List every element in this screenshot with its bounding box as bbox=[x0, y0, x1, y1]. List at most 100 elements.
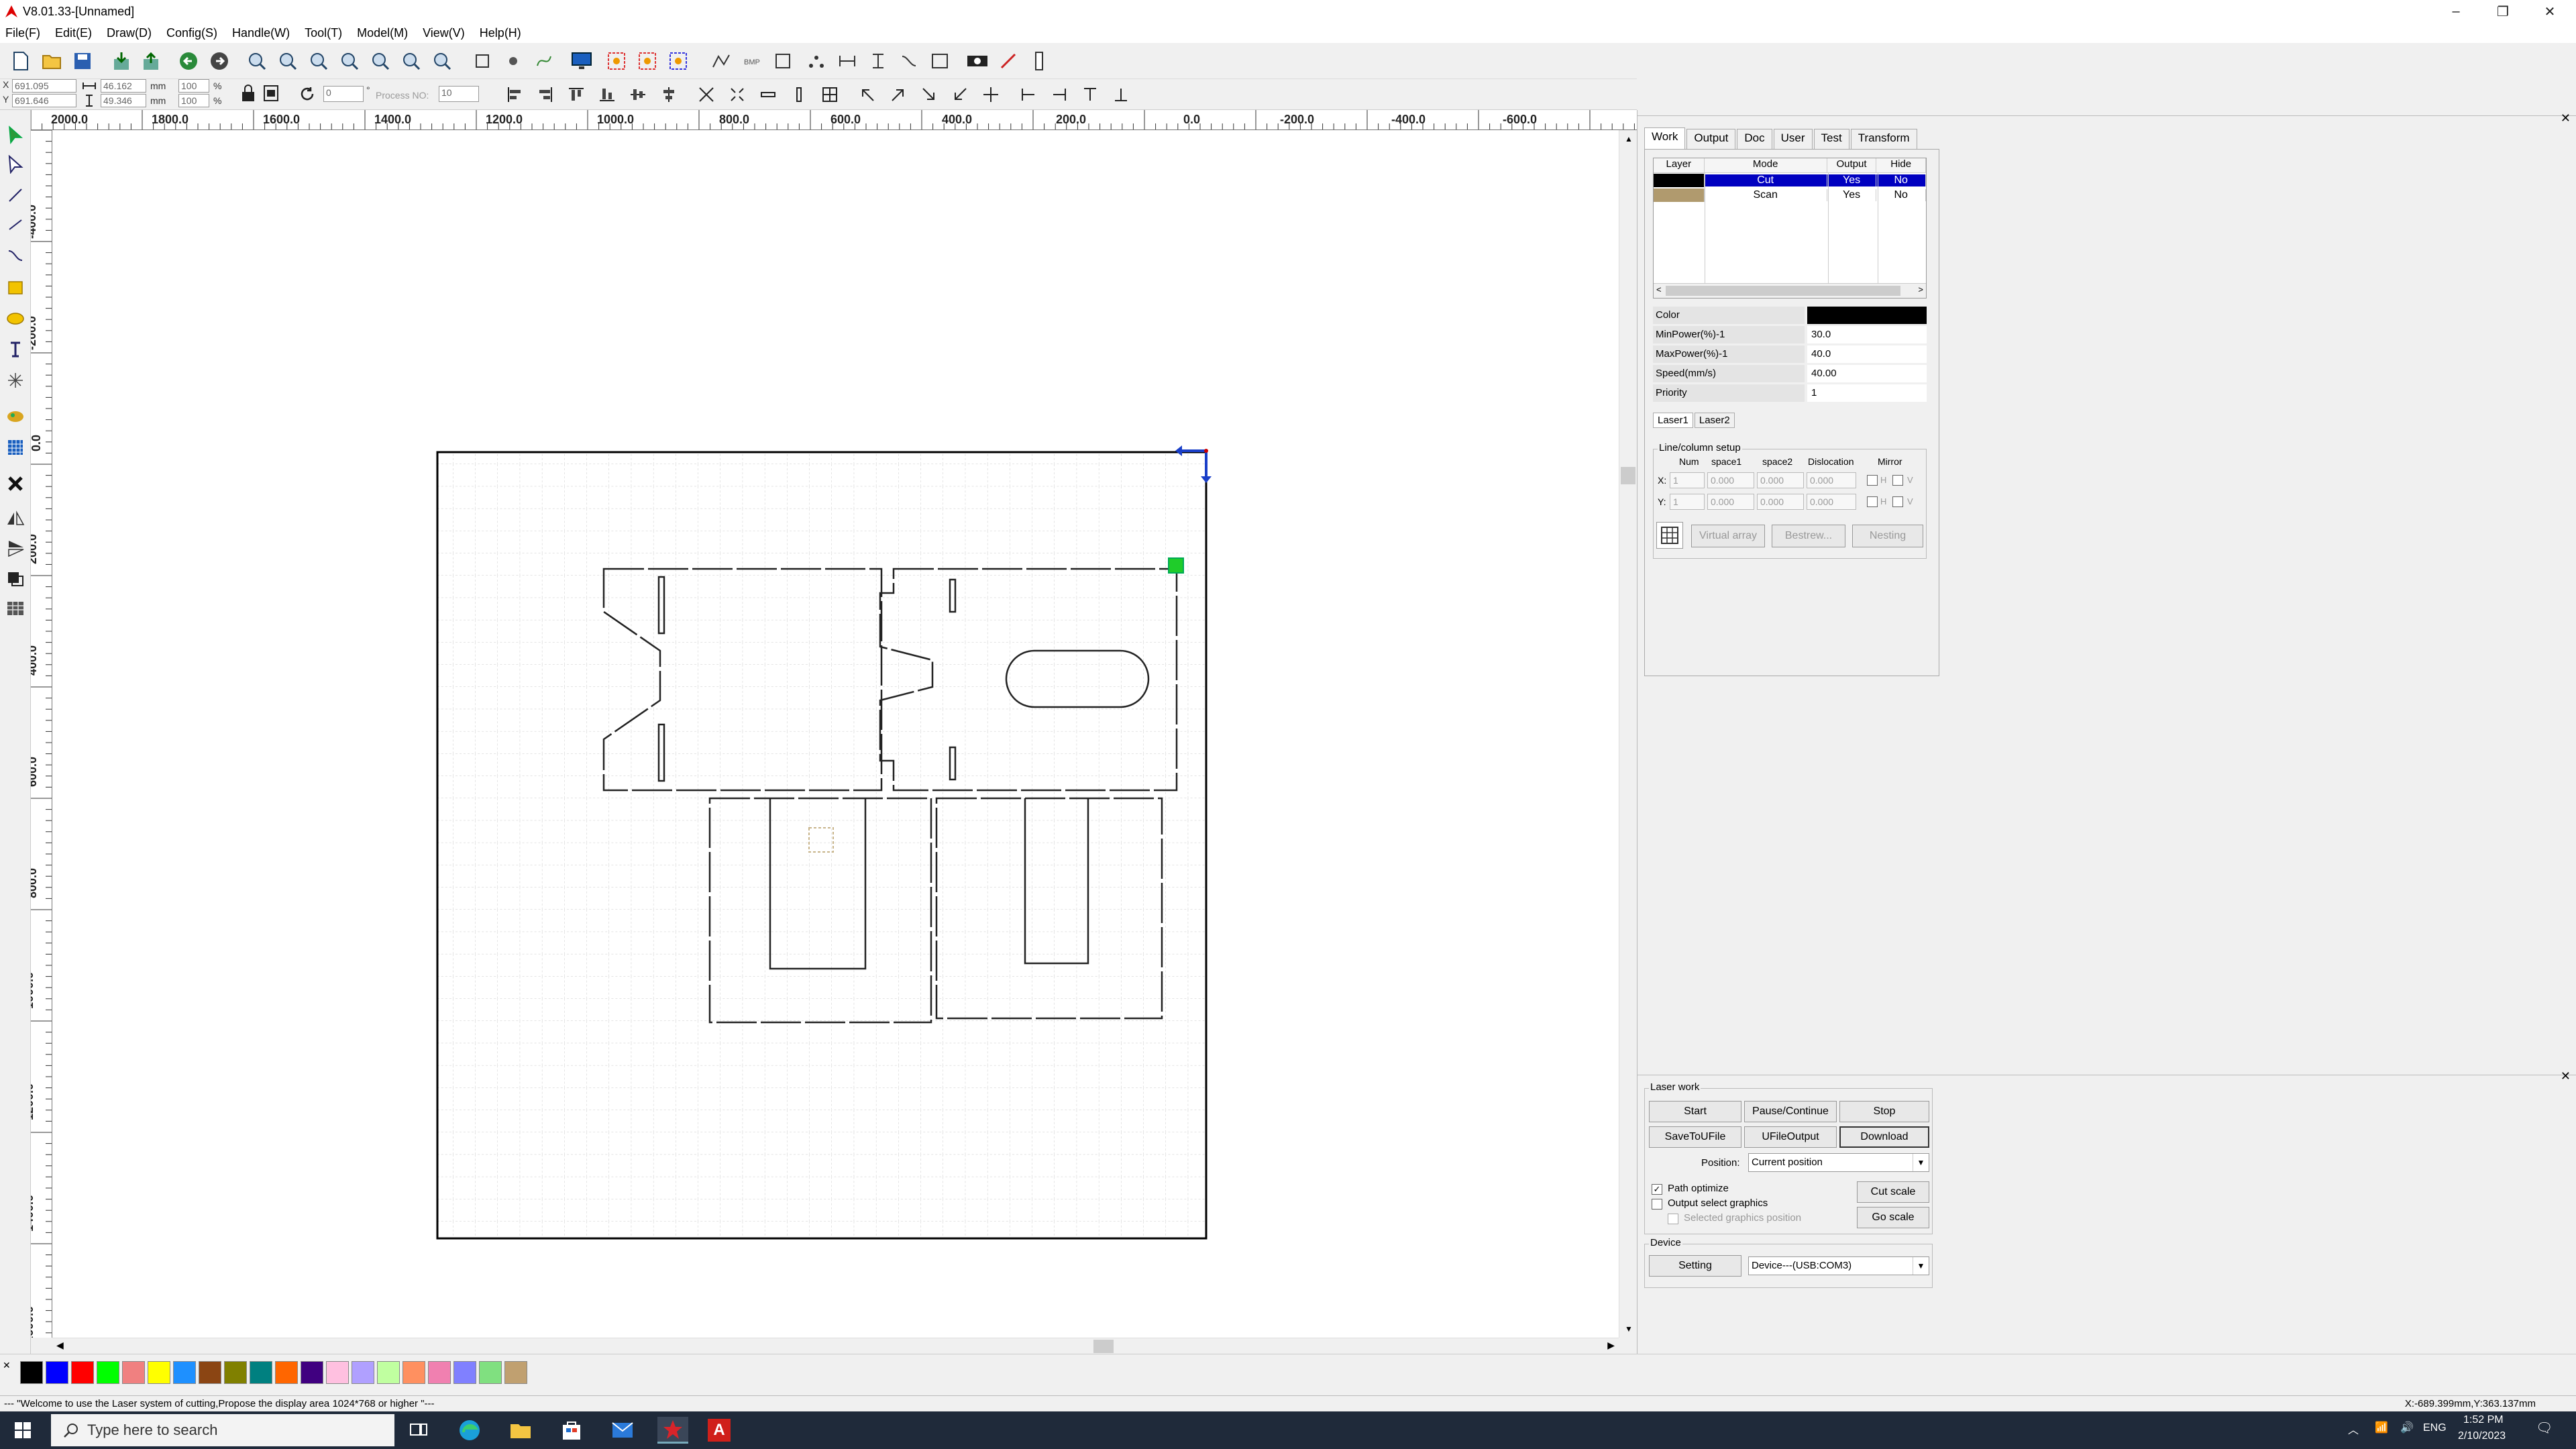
align-top-button[interactable] bbox=[564, 82, 589, 107]
panel-close-icon[interactable]: ✕ bbox=[2561, 1069, 2571, 1083]
pause-continue-button[interactable]: Pause/Continue bbox=[1744, 1101, 1837, 1122]
menu-config[interactable]: Config(S) bbox=[166, 26, 217, 40]
y-mirror-h-checkbox[interactable] bbox=[1867, 496, 1878, 507]
select-tool[interactable] bbox=[4, 123, 27, 146]
tab-output[interactable]: Output bbox=[1686, 129, 1736, 149]
layer-mode[interactable]: Scan bbox=[1705, 189, 1827, 201]
acrobat-button[interactable]: A bbox=[706, 1417, 733, 1444]
start-button[interactable] bbox=[9, 1417, 36, 1444]
height-lock-button[interactable] bbox=[80, 94, 98, 107]
x-mirror-v-checkbox[interactable] bbox=[1892, 475, 1903, 486]
zoom-in-button[interactable] bbox=[244, 48, 270, 74]
vertical-scroll-thumb[interactable] bbox=[1621, 467, 1635, 484]
scroll-right-icon[interactable]: > bbox=[1918, 284, 1923, 294]
preview-button[interactable] bbox=[927, 48, 953, 74]
virtual-array-button[interactable]: Virtual array bbox=[1691, 525, 1765, 547]
tab-doc[interactable]: Doc bbox=[1737, 129, 1772, 149]
x-mirror-h-checkbox[interactable] bbox=[1867, 475, 1878, 486]
laser-pen-button[interactable] bbox=[996, 48, 1021, 74]
color-swatch[interactable] bbox=[453, 1361, 476, 1384]
scroll-left-icon[interactable]: < bbox=[1656, 284, 1662, 294]
array-button-3[interactable] bbox=[665, 48, 691, 74]
mirror-h-tool[interactable] bbox=[4, 507, 27, 530]
move-top-left-button[interactable] bbox=[855, 82, 880, 107]
frame-button[interactable] bbox=[770, 48, 796, 74]
y-position-input[interactable]: 691.646 bbox=[12, 94, 76, 107]
device-select[interactable]: Device---(USB:COM3) ▼ bbox=[1748, 1256, 1929, 1275]
notifications-icon[interactable]: 🗨 bbox=[2536, 1419, 2553, 1436]
same-width-button[interactable] bbox=[835, 48, 860, 74]
go-scale-button[interactable]: Go scale bbox=[1857, 1207, 1929, 1228]
horizontal-scroll-thumb[interactable] bbox=[1093, 1340, 1114, 1353]
node-edit-button[interactable] bbox=[500, 48, 526, 74]
zoom-window-button[interactable] bbox=[398, 48, 424, 74]
same-size-button[interactable] bbox=[694, 82, 719, 107]
task-view-button[interactable] bbox=[405, 1417, 432, 1444]
x-num-input[interactable]: 1 bbox=[1670, 472, 1705, 488]
color-swatch[interactable] bbox=[352, 1361, 374, 1384]
rotate-angle-input[interactable]: 0 bbox=[323, 86, 364, 102]
layer-mode[interactable]: Cut bbox=[1704, 174, 1827, 186]
minimize-button[interactable]: – bbox=[2432, 0, 2479, 23]
scroll-up-icon[interactable]: ▲ bbox=[1625, 134, 1633, 144]
close-button[interactable]: ✕ bbox=[2526, 0, 2573, 23]
measure-tool[interactable] bbox=[4, 568, 27, 590]
image-tool[interactable] bbox=[4, 405, 27, 428]
menu-view[interactable]: View(V) bbox=[423, 26, 465, 40]
prop-maxpower[interactable]: MaxPower(%)-1 40.0 bbox=[1653, 344, 1927, 364]
scroll-right-icon[interactable]: ▶ bbox=[1607, 1340, 1615, 1351]
store-button[interactable] bbox=[558, 1417, 585, 1444]
color-swatch[interactable] bbox=[20, 1361, 43, 1384]
layer-output[interactable]: Yes bbox=[1827, 174, 1877, 186]
grid-align-button[interactable] bbox=[817, 82, 843, 107]
setting-button[interactable]: Setting bbox=[1649, 1255, 1741, 1277]
hatch-tool[interactable] bbox=[4, 436, 27, 459]
y-space2-input[interactable]: 0.000 bbox=[1757, 494, 1804, 510]
color-swatch[interactable] bbox=[301, 1361, 323, 1384]
text-tool[interactable] bbox=[4, 338, 27, 361]
ruler-tool-button[interactable] bbox=[1026, 48, 1052, 74]
polyline-tool[interactable] bbox=[4, 213, 27, 236]
output-select-checkbox[interactable] bbox=[1652, 1199, 1662, 1210]
tab-test[interactable]: Test bbox=[1813, 129, 1849, 149]
color-swatch[interactable] bbox=[71, 1361, 94, 1384]
curve-smooth-button[interactable] bbox=[531, 48, 557, 74]
color-swatch[interactable] bbox=[250, 1361, 272, 1384]
language-indicator[interactable]: ENG bbox=[2423, 1422, 2447, 1434]
array-grid-button[interactable] bbox=[1656, 522, 1683, 549]
prop-color[interactable]: Color bbox=[1653, 305, 1927, 325]
color-swatch[interactable] bbox=[504, 1361, 527, 1384]
menu-file[interactable]: File(F) bbox=[5, 26, 40, 40]
layer-output[interactable]: Yes bbox=[1827, 189, 1877, 201]
dot-tool[interactable] bbox=[4, 369, 27, 392]
tab-laser1[interactable]: Laser1 bbox=[1653, 413, 1693, 428]
color-swatch[interactable] bbox=[275, 1361, 298, 1384]
scale-width-input[interactable]: 100 bbox=[178, 79, 209, 93]
curve-tool[interactable] bbox=[4, 244, 27, 267]
tab-transform[interactable]: Transform bbox=[1850, 129, 1917, 149]
snap-bottom-button[interactable] bbox=[1108, 82, 1134, 107]
clock-time[interactable]: 1:52 PM bbox=[2463, 1414, 2504, 1426]
width-input[interactable]: 46.162 bbox=[101, 79, 146, 93]
edge-browser-button[interactable] bbox=[456, 1417, 483, 1444]
layer-table[interactable]: Layer Mode Output Hide Cut Yes No Scan Y… bbox=[1653, 158, 1927, 299]
snap-left-button[interactable] bbox=[1016, 82, 1041, 107]
zoom-fit-button[interactable] bbox=[306, 48, 331, 74]
save-to-ufile-button[interactable]: SaveToUFile bbox=[1649, 1126, 1741, 1148]
layer-scroll-thumb[interactable] bbox=[1666, 286, 1900, 296]
layer-hide[interactable]: No bbox=[1876, 174, 1926, 186]
prop-minpower[interactable]: MinPower(%)-1 30.0 bbox=[1653, 325, 1927, 344]
color-swatch[interactable] bbox=[224, 1361, 247, 1384]
prop-priority[interactable]: Priority 1 bbox=[1653, 383, 1927, 402]
equal-height-button[interactable] bbox=[786, 82, 812, 107]
color-swatch[interactable] bbox=[479, 1361, 502, 1384]
layer-hide[interactable]: No bbox=[1876, 189, 1926, 201]
tray-chevron-icon[interactable]: ︿ bbox=[2348, 1421, 2359, 1437]
align-vcenter-button[interactable] bbox=[656, 82, 682, 107]
taskbar-search-input[interactable]: Type here to search bbox=[51, 1414, 394, 1446]
x-space1-input[interactable]: 0.000 bbox=[1707, 472, 1754, 488]
layer-row-cut[interactable]: Cut Yes No bbox=[1654, 173, 1926, 188]
color-swatch[interactable] bbox=[326, 1361, 349, 1384]
save-button[interactable] bbox=[70, 48, 95, 74]
menu-help[interactable]: Help(H) bbox=[480, 26, 521, 40]
